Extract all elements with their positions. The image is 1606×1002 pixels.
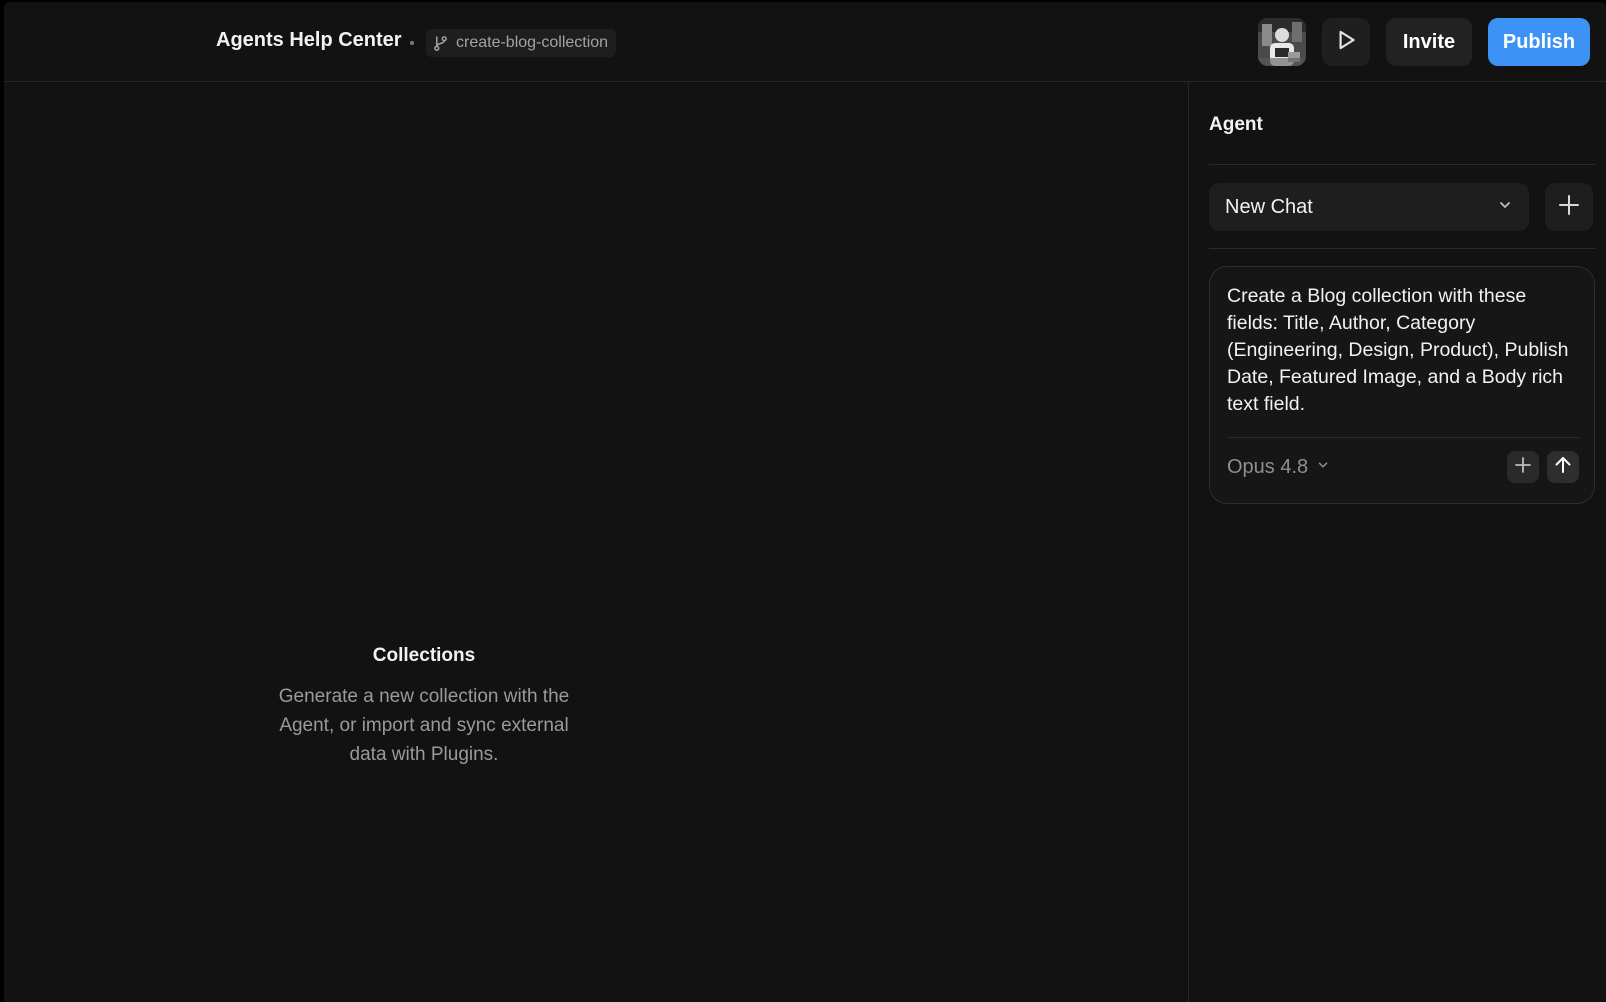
chevron-down-icon xyxy=(1497,197,1513,218)
collections-empty-state: Collections Generate a new collection wi… xyxy=(4,644,844,769)
divider xyxy=(1227,437,1579,438)
canvas-area: Collections Generate a new collection wi… xyxy=(4,82,1188,1002)
play-icon xyxy=(1333,27,1359,58)
empty-state-description: Generate a new collection with the Agent… xyxy=(278,686,570,765)
arrow-up-icon xyxy=(1553,455,1573,480)
panel-title: Agent xyxy=(1209,114,1263,135)
git-branch-icon xyxy=(432,35,449,52)
divider xyxy=(1209,164,1595,165)
model-name: Opus 4.8 xyxy=(1227,455,1309,478)
preview-play-button[interactable] xyxy=(1322,18,1370,66)
avatar[interactable] xyxy=(1258,18,1306,66)
agent-panel: Agent New Chat Create a Blog collection … xyxy=(1188,82,1606,1002)
chevron-down-icon xyxy=(1316,458,1330,477)
attach-button[interactable] xyxy=(1507,451,1539,483)
project-title[interactable]: Agents Help Center xyxy=(216,29,402,52)
app-window: Agents Help Center create-blog-collectio… xyxy=(4,2,1606,1002)
publish-button[interactable]: Publish xyxy=(1488,18,1590,66)
composer-message[interactable]: Create a Blog collection with these fiel… xyxy=(1227,283,1579,418)
plus-icon xyxy=(1557,193,1581,222)
chat-composer[interactable]: Create a Blog collection with these fiel… xyxy=(1209,266,1595,504)
empty-state-title: Collections xyxy=(372,645,476,666)
top-bar: Agents Help Center create-blog-collectio… xyxy=(4,2,1606,82)
chat-selector[interactable]: New Chat xyxy=(1209,183,1529,231)
title-separator-dot xyxy=(410,41,414,45)
invite-button[interactable]: Invite xyxy=(1386,18,1472,66)
model-selector[interactable]: Opus 4.8 xyxy=(1227,453,1330,481)
send-button[interactable] xyxy=(1547,451,1579,483)
divider xyxy=(1209,248,1595,249)
plus-icon xyxy=(1513,455,1533,480)
branch-name: create-blog-collection xyxy=(456,34,609,51)
branch-chip[interactable]: create-blog-collection xyxy=(426,29,617,57)
new-chat-button[interactable] xyxy=(1545,183,1593,231)
chat-selector-value: New Chat xyxy=(1225,195,1313,218)
